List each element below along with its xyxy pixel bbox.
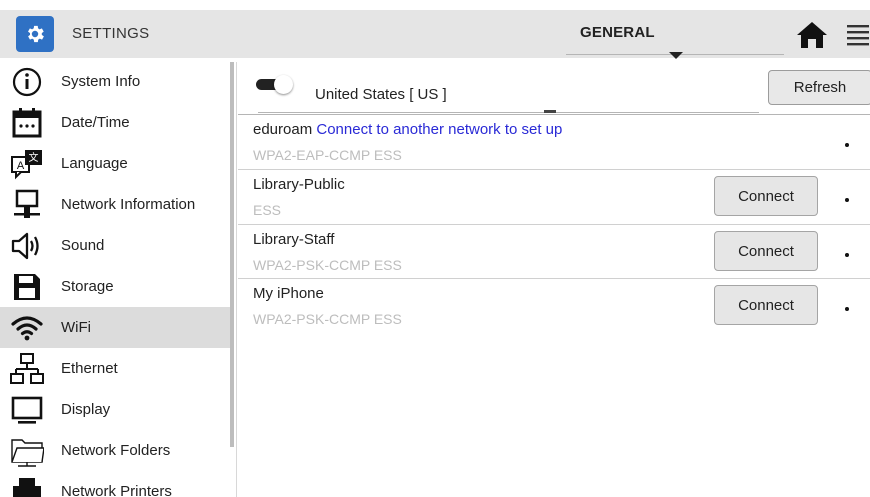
sidebar-item-label: Network Information xyxy=(61,196,196,213)
info-icon xyxy=(10,65,44,99)
network-row-my-iphone[interactable]: My iPhone WPA2-PSK-CCMP ESS Connect xyxy=(238,278,870,333)
wifi-icon xyxy=(10,311,44,345)
network-options-dot[interactable] xyxy=(845,198,849,202)
calendar-icon xyxy=(10,106,44,140)
folder-icon xyxy=(10,434,45,468)
network-options-dot[interactable] xyxy=(845,307,849,311)
connect-button[interactable]: Connect xyxy=(714,231,818,271)
network-name: eduroam Connect to another network to se… xyxy=(253,121,563,138)
sidebar-item-label: Network Folders xyxy=(61,442,171,459)
sidebar-scrollbar[interactable] xyxy=(230,62,234,447)
sidebar-item-label: Date/Time xyxy=(61,114,130,131)
sidebar-item-date-time[interactable]: Date/Time xyxy=(0,102,232,143)
sidebar-item-label: System Info xyxy=(61,73,141,90)
network-row-eduroam[interactable]: eduroam Connect to another network to se… xyxy=(238,114,870,169)
sidebar-item-label: WiFi xyxy=(61,319,91,336)
sidebar-item-label: Ethernet xyxy=(61,360,118,377)
sidebar-item-label: Storage xyxy=(61,278,114,295)
caret-icon xyxy=(544,110,556,113)
network-computer-icon xyxy=(10,188,44,222)
ethernet-icon xyxy=(10,352,44,386)
floppy-disk-icon xyxy=(10,270,44,304)
language-icon: A 文 xyxy=(10,147,44,181)
sidebar-item-network-printers[interactable]: Network Printers xyxy=(0,471,232,497)
sidebar-item-wifi[interactable]: WiFi xyxy=(0,307,232,348)
section-label: GENERAL xyxy=(580,24,655,41)
svg-text:文: 文 xyxy=(29,151,39,164)
caret-down-icon xyxy=(669,52,683,59)
monitor-icon xyxy=(10,393,44,427)
connect-button[interactable]: Connect xyxy=(714,285,818,325)
sidebar-item-display[interactable]: Display xyxy=(0,389,232,430)
sidebar-item-network-information[interactable]: Network Information xyxy=(0,184,232,225)
wifi-toolbar: United States [ US ] Refresh xyxy=(238,62,870,114)
network-name: Library-Public xyxy=(253,176,345,193)
app-title: SETTINGS xyxy=(72,25,150,42)
section-dropdown[interactable]: GENERAL xyxy=(566,10,784,59)
panel-divider xyxy=(236,62,237,497)
home-icon[interactable] xyxy=(796,20,828,50)
gear-icon[interactable] xyxy=(16,16,54,52)
speaker-icon xyxy=(10,229,44,263)
top-bar: SETTINGS GENERAL xyxy=(0,10,870,59)
sidebar-item-label: Sound xyxy=(61,237,105,254)
hamburger-menu-icon[interactable] xyxy=(844,20,870,50)
sidebar-item-label: Network Printers xyxy=(61,483,172,497)
svg-text:A: A xyxy=(17,160,25,172)
network-name: My iPhone xyxy=(253,285,324,302)
network-security: WPA2-EAP-CCMP ESS xyxy=(253,147,402,163)
sidebar-item-language[interactable]: A 文 Language xyxy=(0,143,232,184)
sidebar-item-system-info[interactable]: System Info xyxy=(0,61,232,102)
network-security: WPA2-PSK-CCMP ESS xyxy=(253,257,402,273)
refresh-button[interactable]: Refresh xyxy=(768,70,870,105)
network-row-library-staff[interactable]: Library-Staff WPA2-PSK-CCMP ESS Connect xyxy=(238,224,870,279)
connect-button[interactable]: Connect xyxy=(714,176,818,216)
network-options-dot[interactable] xyxy=(845,253,849,257)
network-options-dot[interactable] xyxy=(845,143,849,147)
sidebar-item-sound[interactable]: Sound xyxy=(0,225,232,266)
country-value: United States [ US ] xyxy=(315,86,447,103)
sidebar: System Info Date/Time A 文 Language Netwo… xyxy=(0,61,232,497)
network-security: ESS xyxy=(253,202,282,218)
sidebar-item-storage[interactable]: Storage xyxy=(0,266,232,307)
network-security: WPA2-PSK-CCMP ESS xyxy=(253,311,402,327)
sidebar-item-label: Language xyxy=(61,155,128,172)
setup-link[interactable]: Connect to another network to set up xyxy=(316,121,562,138)
printer-icon xyxy=(10,475,44,497)
network-row-library-public[interactable]: Library-Public ESS Connect xyxy=(238,169,870,224)
network-name: Library-Staff xyxy=(253,231,335,248)
country-select[interactable]: United States [ US ] xyxy=(258,82,759,113)
sidebar-item-ethernet[interactable]: Ethernet xyxy=(0,348,232,389)
sidebar-item-network-folders[interactable]: Network Folders xyxy=(0,430,232,471)
sidebar-item-label: Display xyxy=(61,401,111,418)
